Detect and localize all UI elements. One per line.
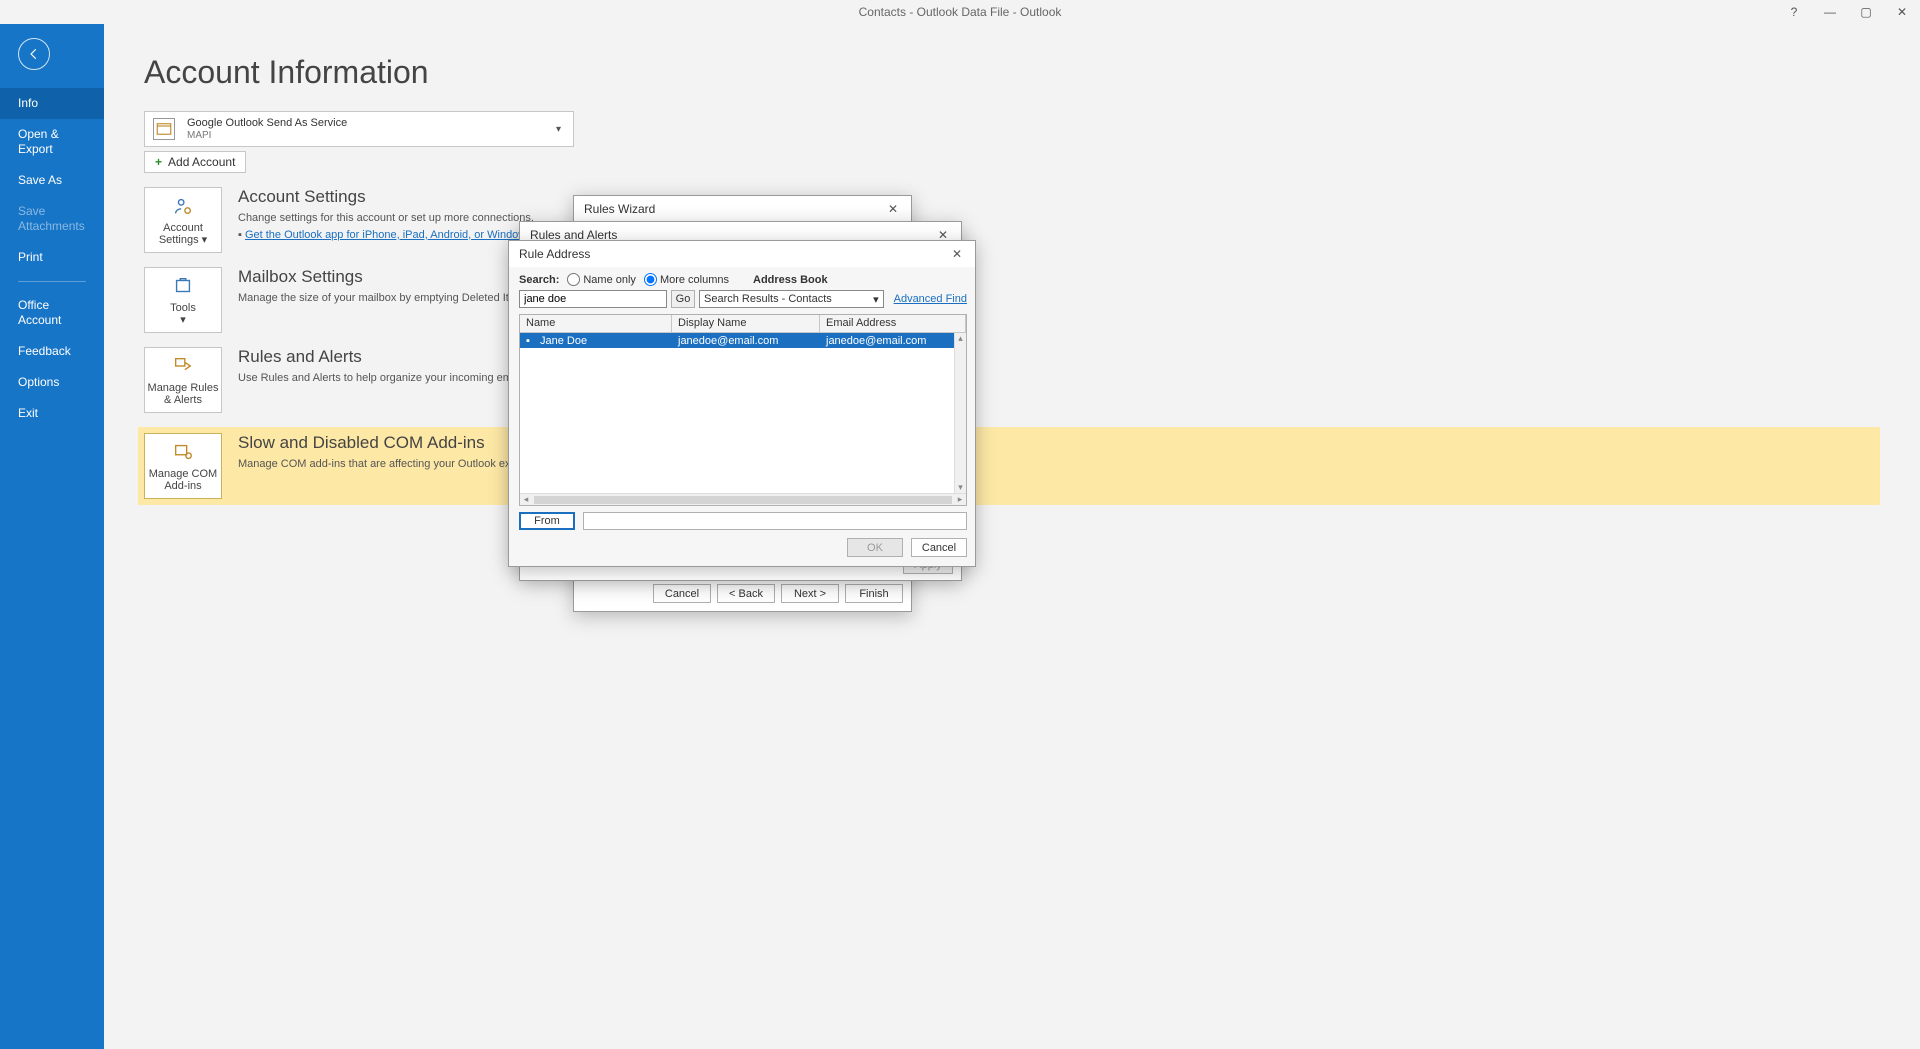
maximize-button[interactable]: ▢ [1848,0,1884,24]
results-grid: Name Display Name Email Address ▪ Jane D… [519,314,967,506]
sidebar-item-print[interactable]: Print [0,242,104,273]
tools-tile[interactable]: Tools ▾ [144,267,222,333]
name-only-radio[interactable]: Name only [567,273,636,286]
add-account-button[interactable]: + Add Account [144,151,246,173]
rule-address-title: Rule Address [519,247,590,261]
account-icon [153,118,175,140]
advanced-find-link[interactable]: Advanced Find [894,293,967,305]
next-button[interactable]: Next > [781,584,839,603]
account-selector[interactable]: Google Outlook Send As Service MAPI ▾ [144,111,574,147]
account-settings-heading: Account Settings [238,187,586,207]
result-row[interactable]: ▪ Jane Doe janedoe@email.com janedoe@ema… [520,333,966,348]
add-account-label: Add Account [168,155,235,169]
tools-icon [171,274,195,298]
close-icon[interactable]: ✕ [945,244,969,264]
plus-icon: + [155,155,162,169]
account-settings-tile[interactable]: Account Settings ▾ [144,187,222,253]
close-icon[interactable]: ✕ [881,199,905,219]
account-protocol: MAPI [187,130,540,141]
horizontal-scrollbar[interactable]: ◂▸ [520,493,966,505]
column-email[interactable]: Email Address [820,315,966,332]
sidebar-item-open-export[interactable]: Open & Export [0,119,104,165]
account-name: Google Outlook Send As Service [187,117,540,129]
person-gear-icon [171,194,195,218]
contact-icon: ▪ [520,335,534,347]
rules-icon [171,354,195,378]
backstage-sidebar: Info Open & Export Save As Save Attachme… [0,24,104,1049]
back-button[interactable] [18,38,50,70]
sidebar-item-info[interactable]: Info [0,88,104,119]
column-name[interactable]: Name [520,315,672,332]
from-input[interactable] [583,512,967,530]
close-button[interactable]: ✕ [1884,0,1920,24]
vertical-scrollbar[interactable]: ▴▾ [954,333,966,493]
finish-button[interactable]: Finish [845,584,903,603]
manage-com-addins-tile[interactable]: Manage COM Add-ins [144,433,222,499]
cancel-button[interactable]: Cancel [911,538,967,557]
minimize-button[interactable]: — [1812,0,1848,24]
window-title: Contacts - Outlook Data File - Outlook [859,5,1062,19]
sidebar-item-save-attachments: Save Attachments [0,196,104,242]
back-button[interactable]: < Back [717,584,775,603]
go-button[interactable]: Go [671,290,695,308]
chevron-down-icon: ▾ [873,293,879,306]
ok-button[interactable]: OK [847,538,903,557]
page-title: Account Information [144,54,1880,91]
sidebar-item-exit[interactable]: Exit [0,398,104,429]
sidebar-item-feedback[interactable]: Feedback [0,336,104,367]
column-display-name[interactable]: Display Name [672,315,820,332]
chevron-down-icon: ▾ [552,124,565,135]
more-columns-radio[interactable]: More columns [644,273,729,286]
cancel-button[interactable]: Cancel [653,584,711,603]
rule-address-dialog: Rule Address ✕ Search: Name only More co… [508,240,976,567]
sidebar-item-office-account[interactable]: Office Account [0,290,104,336]
search-label: Search: [519,274,559,286]
from-button[interactable]: From [519,512,575,530]
manage-rules-tile[interactable]: Manage Rules & Alerts [144,347,222,413]
search-input[interactable] [519,290,667,308]
address-book-combo[interactable]: Search Results - Contacts ▾ [699,290,884,308]
window-titlebar: Contacts - Outlook Data File - Outlook ?… [0,0,1920,24]
help-icon[interactable]: ? [1776,0,1812,24]
rules-wizard-title: Rules Wizard [584,202,655,216]
addins-icon [171,440,195,464]
address-book-label: Address Book [753,274,828,286]
sidebar-item-options[interactable]: Options [0,367,104,398]
sidebar-item-save-as[interactable]: Save As [0,165,104,196]
